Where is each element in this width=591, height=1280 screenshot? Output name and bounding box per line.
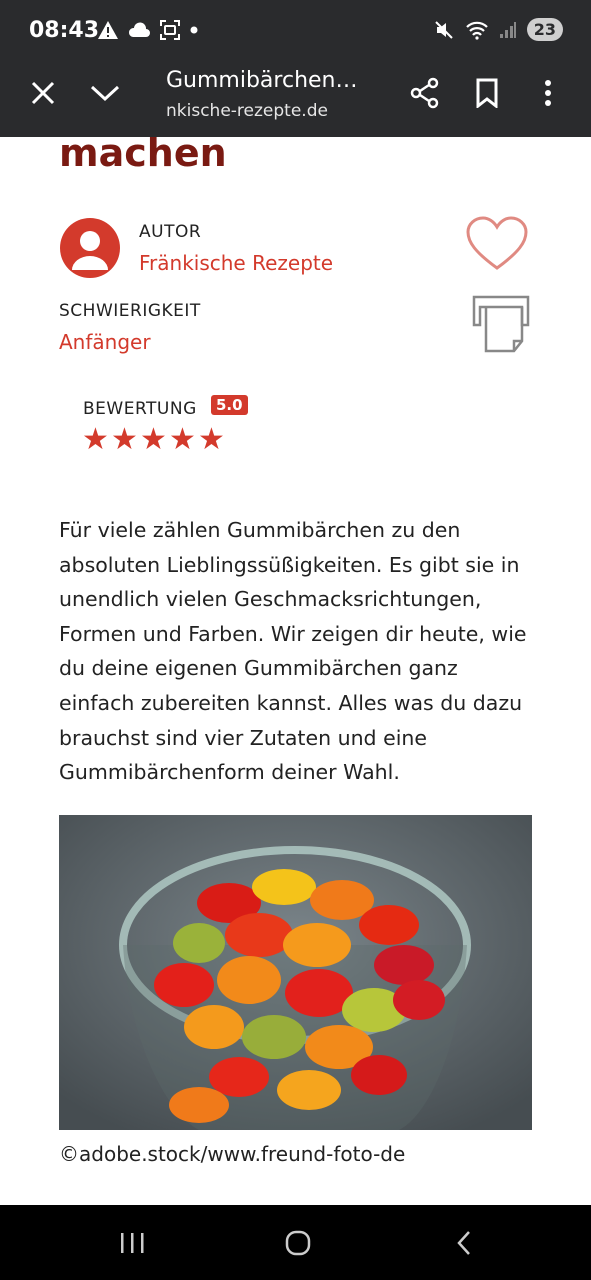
page-content: machen AUTOR Fränkische Rezepte SCHWIERI… <box>0 137 591 1205</box>
rating-badge: 5.0 <box>211 395 248 415</box>
battery-indicator: 23 <box>526 18 563 41</box>
author-name-link[interactable]: Fränkische Rezepte <box>139 251 333 275</box>
back-button[interactable] <box>442 1225 486 1261</box>
image-caption: ©adobe.stock/www.freund-foto-de <box>59 1142 406 1166</box>
rating-label: BEWERTUNG <box>83 399 197 419</box>
page-title: Gummibärchen… <box>166 68 358 93</box>
status-left-icons <box>97 19 199 41</box>
star-icon[interactable]: ★ <box>198 423 227 457</box>
page-url: nkische-rezepte.de <box>166 101 328 121</box>
more-vert-icon <box>545 80 551 106</box>
status-right-icons: 23 <box>433 18 563 41</box>
share-icon <box>410 77 439 109</box>
wifi-icon <box>465 21 488 40</box>
gummy-bears-photo <box>59 815 532 1130</box>
bookmark-icon <box>476 78 498 108</box>
recents-icon <box>121 1233 144 1253</box>
status-time: 08:43 <box>29 18 100 43</box>
warning-icon <box>98 21 118 39</box>
system-nav-bar <box>0 1205 591 1280</box>
share-button[interactable] <box>403 71 447 115</box>
screenshot-icon <box>160 20 180 40</box>
rating-stars[interactable]: ★ ★ ★ ★ ★ <box>82 423 227 457</box>
back-icon <box>457 1231 470 1255</box>
user-icon <box>72 231 108 270</box>
close-icon <box>31 81 55 105</box>
heart-icon <box>466 216 528 270</box>
mute-icon <box>435 20 453 39</box>
difficulty-value: Anfänger <box>59 330 151 354</box>
recents-button[interactable] <box>110 1225 154 1261</box>
star-icon[interactable]: ★ <box>111 423 140 457</box>
dot-icon <box>190 26 198 34</box>
difficulty-label: SCHWIERIGKEIT <box>59 301 201 321</box>
favorite-button[interactable] <box>465 216 529 272</box>
menu-button[interactable] <box>526 71 570 115</box>
close-button[interactable] <box>21 71 65 115</box>
home-icon <box>285 1230 311 1256</box>
home-button[interactable] <box>276 1225 320 1261</box>
print-icon <box>472 295 530 353</box>
status-bar: 08:43 23 <box>0 0 591 62</box>
author-avatar[interactable] <box>60 218 120 278</box>
custom-tab-toolbar: Gummibärchen… nkische-rezepte.de <box>0 62 591 137</box>
collapse-button[interactable] <box>83 71 127 115</box>
print-button[interactable] <box>470 295 532 353</box>
star-icon[interactable]: ★ <box>140 423 169 457</box>
signal-icon <box>499 21 516 38</box>
star-icon[interactable]: ★ <box>82 423 111 457</box>
article-headline: machen <box>59 137 227 175</box>
gummy-jar-illustration <box>59 815 532 1130</box>
author-label: AUTOR <box>139 222 202 242</box>
chevron-down-icon <box>90 85 120 102</box>
intro-paragraph: Für viele zählen Gummibärchen zu den abs… <box>59 518 527 785</box>
star-icon[interactable]: ★ <box>169 423 198 457</box>
cloud-icon <box>128 22 150 37</box>
bookmark-button[interactable] <box>465 71 509 115</box>
